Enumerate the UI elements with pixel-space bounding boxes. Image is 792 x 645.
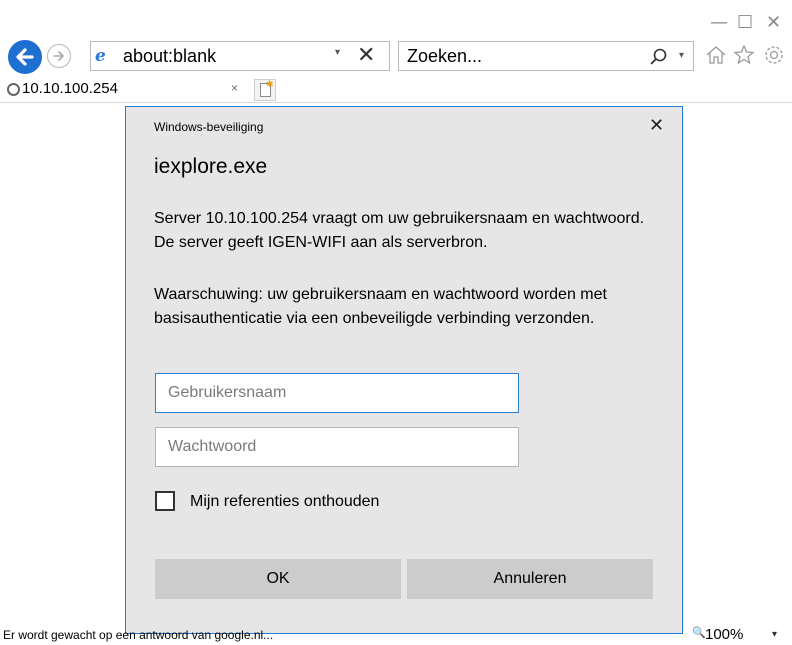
password-field[interactable] [155, 427, 519, 467]
zoom-level[interactable]: 100% [705, 625, 743, 645]
search-input[interactable]: Zoeken... [407, 45, 482, 67]
username-field[interactable] [155, 373, 519, 413]
cancel-button[interactable]: Annuleren [407, 559, 653, 599]
ok-button[interactable]: OK [155, 559, 401, 599]
zoom-icon: 🔍 [692, 627, 706, 639]
tab-close-icon[interactable]: × [231, 81, 238, 95]
tab-divider [0, 102, 792, 103]
address-bar[interactable]: e about:blank ▾ ✕ [90, 41, 390, 71]
dialog-warning: Waarschuwing: uw gebruikersnaam en wacht… [154, 286, 607, 327]
status-text: Er wordt gewacht op een antwoord van goo… [3, 628, 274, 642]
stop-icon[interactable]: ✕ [357, 42, 375, 68]
remember-label[interactable]: Mijn referenties onthouden [190, 492, 379, 512]
remember-checkbox[interactable] [155, 491, 175, 511]
tab-title: 10.10.100.254 [22, 80, 118, 97]
search-icon[interactable] [649, 47, 669, 67]
gear-icon[interactable] [762, 43, 786, 67]
ie-logo-icon: e [95, 46, 106, 66]
new-tab-button[interactable]: ✱ [254, 79, 276, 101]
sparkle-icon: ✱ [266, 79, 274, 89]
close-window-button[interactable]: ✕ [766, 14, 781, 32]
dialog-message: Server 10.10.100.254 vraagt om uw gebrui… [154, 210, 645, 251]
windows-security-dialog: Windows-beveiliging ✕ iexplore.exe Serve… [125, 106, 683, 634]
tab-current[interactable]: 10.10.100.254 × [0, 78, 252, 102]
arrow-right-icon [53, 51, 64, 61]
zoom-chevron-down-icon[interactable]: ▾ [772, 629, 777, 640]
search-box[interactable]: Zoeken... ▾ [398, 41, 694, 71]
back-button[interactable] [8, 40, 42, 74]
home-icon[interactable] [704, 43, 728, 67]
address-url[interactable]: about:blank [123, 45, 216, 67]
forward-button[interactable] [47, 44, 71, 68]
search-provider-chevron-icon[interactable]: ▾ [679, 50, 684, 61]
loading-spinner-icon [7, 83, 20, 96]
minimize-button[interactable]: — [710, 14, 728, 32]
dialog-app-name: iexplore.exe [154, 155, 268, 178]
favorites-star-icon[interactable] [732, 43, 756, 67]
dialog-title: Windows-beveiliging [154, 120, 264, 134]
maximize-button[interactable]: ☐ [737, 14, 753, 32]
dialog-close-icon[interactable]: ✕ [649, 116, 664, 136]
chevron-down-icon[interactable]: ▾ [335, 47, 340, 58]
arrow-left-icon [16, 48, 34, 66]
